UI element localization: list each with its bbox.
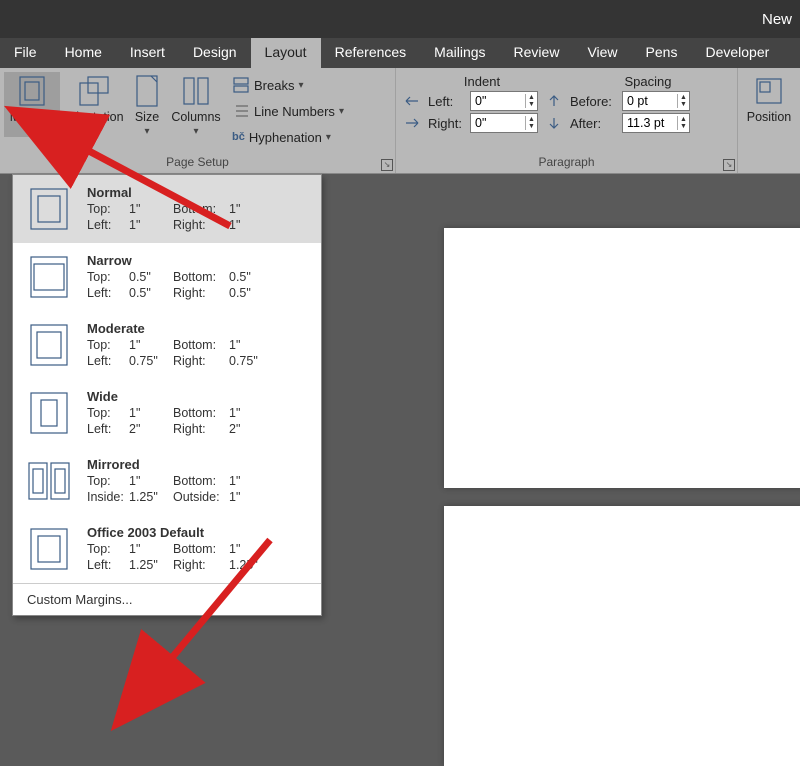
document-page[interactable] xyxy=(444,228,800,488)
orientation-button[interactable]: Orientation ▾ xyxy=(60,72,126,137)
paragraph-label: Paragraph xyxy=(400,155,733,171)
spacing-after-icon xyxy=(546,116,562,130)
line-numbers-icon xyxy=(232,102,250,120)
spacing-before-input[interactable]: ▲▼ xyxy=(622,91,690,111)
tab-insert[interactable]: Insert xyxy=(116,38,179,68)
line-numbers-button[interactable]: Line Numbers ▾ xyxy=(230,98,344,124)
document-page[interactable] xyxy=(444,506,800,766)
indent-left-input[interactable]: ▲▼ xyxy=(470,91,538,111)
ribbon-tabs: FileHomeInsertDesignLayoutReferencesMail… xyxy=(0,38,800,68)
margins-preset-mirrored[interactable]: MirroredTop:1"Bottom:1"Inside:1.25"Outsi… xyxy=(13,447,321,515)
margins-preset-office-2003-default[interactable]: Office 2003 DefaultTop:1"Bottom:1"Left:1… xyxy=(13,515,321,583)
orientation-icon xyxy=(76,74,110,108)
position-icon xyxy=(752,74,786,108)
custom-margins-button[interactable]: Custom Margins... xyxy=(13,583,321,615)
tab-references[interactable]: References xyxy=(321,38,421,68)
group-arrange: Position xyxy=(738,68,800,173)
indent-right-icon xyxy=(404,116,420,130)
margins-preset-icon xyxy=(25,389,73,437)
chevron-down-icon: ▾ xyxy=(29,126,34,137)
margins-preset-icon xyxy=(25,525,73,573)
spacing-before-icon xyxy=(546,94,562,108)
tab-review[interactable]: Review xyxy=(500,38,574,68)
ribbon: Margins ▾ Orientation ▾ Size ▾ xyxy=(0,68,800,174)
chevron-down-icon: ▾ xyxy=(90,126,95,137)
hyphenation-icon: bč xyxy=(232,131,245,143)
tab-view[interactable]: View xyxy=(573,38,631,68)
margins-preset-icon xyxy=(25,253,73,301)
breaks-icon xyxy=(232,76,250,94)
tab-pens[interactable]: Pens xyxy=(632,38,692,68)
margins-dropdown: NormalTop:1"Bottom:1"Left:1"Right:1"Narr… xyxy=(12,174,322,616)
chevron-down-icon: ▾ xyxy=(326,132,331,143)
chevron-down-icon: ▾ xyxy=(144,126,149,137)
paragraph-launcher[interactable]: ↘ xyxy=(723,159,735,171)
window-title: New xyxy=(762,11,792,28)
page-setup-label: Page Setup xyxy=(4,155,391,171)
columns-icon xyxy=(179,74,213,108)
position-button[interactable]: Position xyxy=(742,72,796,124)
margins-preset-icon xyxy=(25,457,73,505)
margins-preset-icon xyxy=(25,321,73,369)
breaks-button[interactable]: Breaks ▾ xyxy=(230,72,344,98)
margins-preset-moderate[interactable]: ModerateTop:1"Bottom:1"Left:0.75"Right:0… xyxy=(13,311,321,379)
margins-preset-narrow[interactable]: NarrowTop:0.5"Bottom:0.5"Left:0.5"Right:… xyxy=(13,243,321,311)
margins-preset-normal[interactable]: NormalTop:1"Bottom:1"Left:1"Right:1" xyxy=(13,175,321,243)
margins-preset-wide[interactable]: WideTop:1"Bottom:1"Left:2"Right:2" xyxy=(13,379,321,447)
margins-icon xyxy=(15,74,49,108)
title-bar: New xyxy=(0,0,800,38)
tab-home[interactable]: Home xyxy=(51,38,116,68)
spacing-after-input[interactable]: ▲▼ xyxy=(622,113,690,133)
group-paragraph: Indent Spacing Left: ▲▼ Before: ▲▼ Right… xyxy=(396,68,738,173)
indent-right-input[interactable]: ▲▼ xyxy=(470,113,538,133)
indent-left-icon xyxy=(404,94,420,108)
size-icon xyxy=(130,74,164,108)
tab-mailings[interactable]: Mailings xyxy=(420,38,499,68)
chevron-down-icon: ▾ xyxy=(193,126,198,137)
tab-developer[interactable]: Developer xyxy=(691,38,783,68)
page-setup-launcher[interactable]: ↘ xyxy=(381,159,393,171)
margins-button[interactable]: Margins ▾ xyxy=(4,72,60,137)
group-page-setup: Margins ▾ Orientation ▾ Size ▾ xyxy=(0,68,396,173)
tab-layout[interactable]: Layout xyxy=(251,38,321,68)
chevron-down-icon: ▾ xyxy=(339,106,344,117)
margins-preset-icon xyxy=(25,185,73,233)
columns-button[interactable]: Columns ▾ xyxy=(168,72,224,137)
tab-file[interactable]: File xyxy=(0,38,51,68)
hyphenation-button[interactable]: bč Hyphenation ▾ xyxy=(230,124,344,150)
size-button[interactable]: Size ▾ xyxy=(126,72,168,137)
chevron-down-icon: ▾ xyxy=(298,80,303,91)
tab-design[interactable]: Design xyxy=(179,38,251,68)
